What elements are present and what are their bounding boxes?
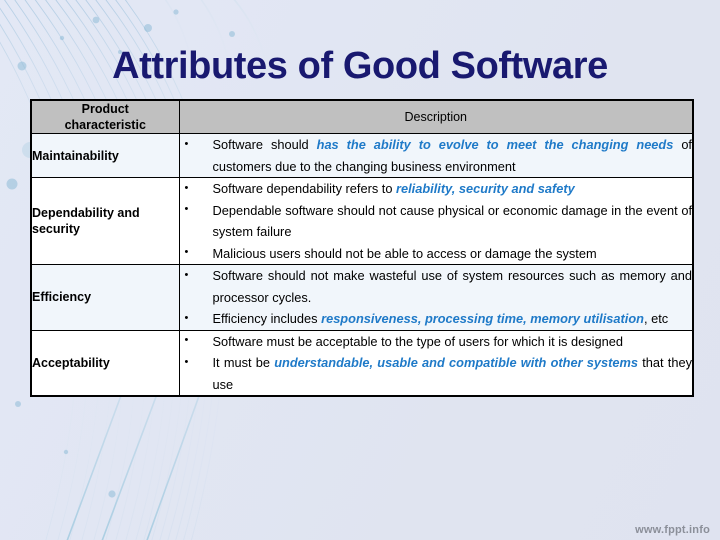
plain-text: It must be [212,355,275,370]
cell-description: Software should has the ability to evolv… [178,133,694,178]
table-row: Efficiency Software should not make waste… [30,264,694,331]
cell-product-characteristic: Dependability and security [30,177,180,265]
description-bullet-item: Software should not make wasteful use of… [180,265,693,308]
table-row: Acceptability Software must be acceptable… [30,329,694,397]
description-bullet-item: Software dependability refers to reliabi… [180,178,693,200]
table-body: MaintainabilitySoftware should has the a… [30,133,694,397]
plain-text: , etc [643,311,669,326]
cell-product-characteristic: Acceptability [30,329,180,397]
description-bullet-item: Dependable software should not cause phy… [180,199,693,243]
highlighted-text: has the ability to evolve to meet the ch… [316,137,674,152]
column-header-product-characteristic: Product characteristic [30,99,180,134]
table-header-row: Product characteristic Description [30,99,694,134]
cell-description: Software dependability refers to reliabi… [178,177,694,265]
description-bullet-list: Software should has the ability to evolv… [180,134,692,177]
plain-text: Software must be acceptable to the type … [212,333,623,349]
description-bullet-list: Software dependability refers to reliabi… [180,178,693,265]
description-bullet-item: Malicious users should not be able to ac… [180,242,693,265]
cell-description: Software should not make wasteful use of… [178,264,694,331]
slide-title: Attributes of Good Software [112,45,608,87]
table-head: Product characteristic Description [30,99,694,134]
cell-product-characteristic: Efficiency [30,264,180,331]
header-line-2: characteristic [64,118,146,132]
plain-text: Software dependability refers to [212,181,397,196]
plain-text: Malicious users should not be able to ac… [212,245,597,261]
description-bullet-item: Software must be acceptable to the type … [180,330,693,353]
description-bullet-item: Efficiency includes responsiveness, proc… [180,308,693,330]
plain-text: Efficiency includes [212,311,322,326]
plain-text: Software should not make wasteful use of… [212,268,693,305]
table-row: Dependability and securitySoftware depen… [30,177,694,265]
footer-watermark: www.fppt.info [635,524,710,536]
plain-text: Dependable software should not cause phy… [212,202,693,240]
attributes-table: Product characteristic Description Maint… [30,99,694,397]
table-row: MaintainabilitySoftware should has the a… [30,133,694,178]
description-bullet-item: It must be understandable, usable and co… [180,352,692,395]
description-bullet-list: Software should not make wasteful use of… [180,265,693,330]
highlighted-text: understandable, usable and compatible wi… [274,355,639,370]
slide-canvas: Attributes of Good Software Product char… [0,0,720,540]
description-bullet-item: Software should has the ability to evolv… [180,134,692,177]
cell-description: Software must be acceptable to the type … [178,329,694,397]
highlighted-text: responsiveness, processing time, memory … [321,311,644,326]
description-bullet-list: Software must be acceptable to the type … [180,330,693,396]
header-line-1: Product [81,102,129,116]
plain-text: Software should [212,137,317,152]
cell-product-characteristic: Maintainability [30,133,180,178]
highlighted-text: reliability, security and safety [396,181,575,196]
column-header-description: Description [178,99,694,134]
